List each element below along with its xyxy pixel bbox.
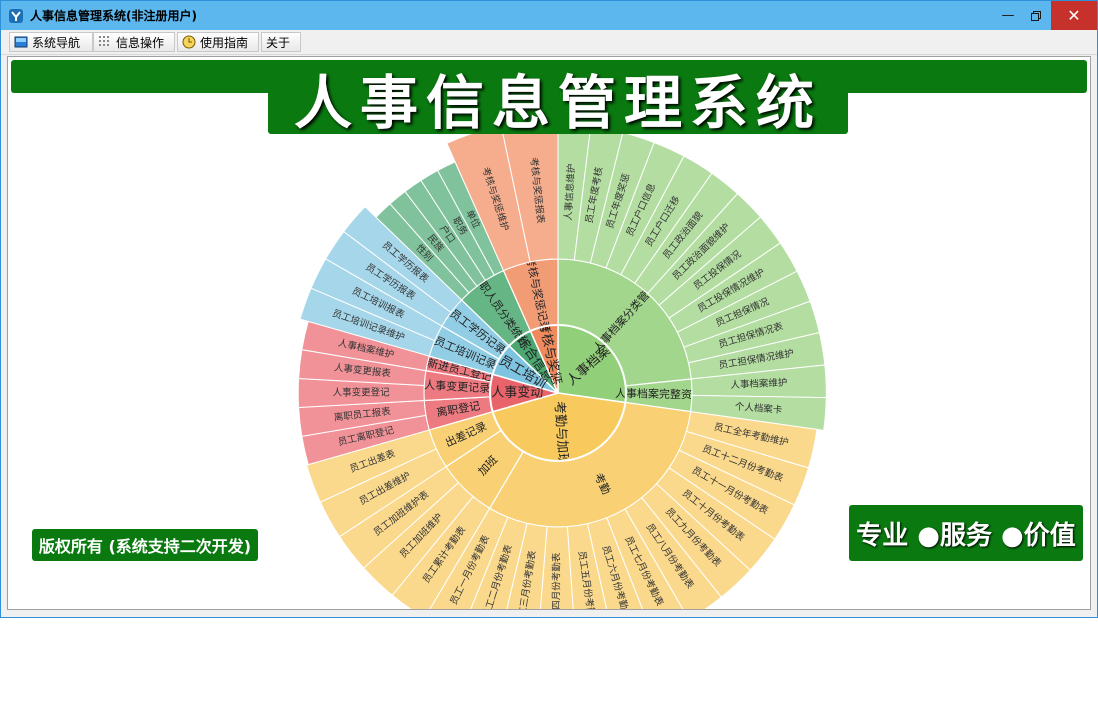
- navigation-icon: [14, 36, 28, 48]
- sunburst-category-label[interactable]: 人事档案完整资料: [615, 386, 703, 402]
- menu-info-operation[interactable]: 信息操作: [93, 32, 175, 52]
- close-button[interactable]: ✕: [1051, 1, 1097, 30]
- minimize-button[interactable]: —: [993, 1, 1023, 30]
- clock-icon: [182, 35, 196, 49]
- sunburst-leaf-label[interactable]: 人事档案维护: [730, 376, 787, 390]
- title-bar[interactable]: 人事信息管理系统(非注册用户) — ✕: [1, 1, 1097, 30]
- minimize-icon: —: [1001, 8, 1015, 23]
- close-icon: ✕: [1067, 6, 1081, 25]
- restore-button[interactable]: [1021, 1, 1051, 30]
- title-banner: 人事信息管理系统: [268, 62, 848, 137]
- grid-icon: [99, 36, 109, 46]
- menu-about[interactable]: 关于: [261, 32, 301, 52]
- menu-label: 信息操作: [116, 35, 165, 50]
- menu-label: 使用指南: [200, 35, 249, 50]
- copyright-badge: 版权所有 (系统支持二次开发): [32, 529, 258, 561]
- main-panel: 人事档案 人事档案分类管理 人事信息维护 员工年度考核 员工年度奖惩 员工户口信息 员工户口…: [7, 56, 1091, 610]
- sunburst-leaf-label[interactable]: 员工四月份考勤表: [550, 552, 562, 609]
- app-icon: [9, 9, 23, 23]
- sunburst-leaf-label[interactable]: 人事变更登记: [333, 387, 391, 399]
- window-title: 人事信息管理系统(非注册用户): [30, 9, 197, 23]
- menu-system-navigation[interactable]: 系统导航: [9, 32, 93, 52]
- menu-bar: 系统导航 信息操作 使用指南 关于: [1, 30, 1097, 55]
- page-title: 人事信息管理系统: [293, 69, 822, 137]
- restore-icon: [1031, 10, 1041, 21]
- menu-label: 系统导航: [32, 35, 81, 50]
- menu-label: 关于: [266, 35, 291, 50]
- slogan-badge: 专业 ●服务 ●价值: [849, 505, 1083, 561]
- menu-user-guide[interactable]: 使用指南: [177, 32, 259, 52]
- app-window: 人事信息管理系统(非注册用户) — ✕ 系统导航 信息操作 使用指南 关于 人事…: [0, 0, 1098, 618]
